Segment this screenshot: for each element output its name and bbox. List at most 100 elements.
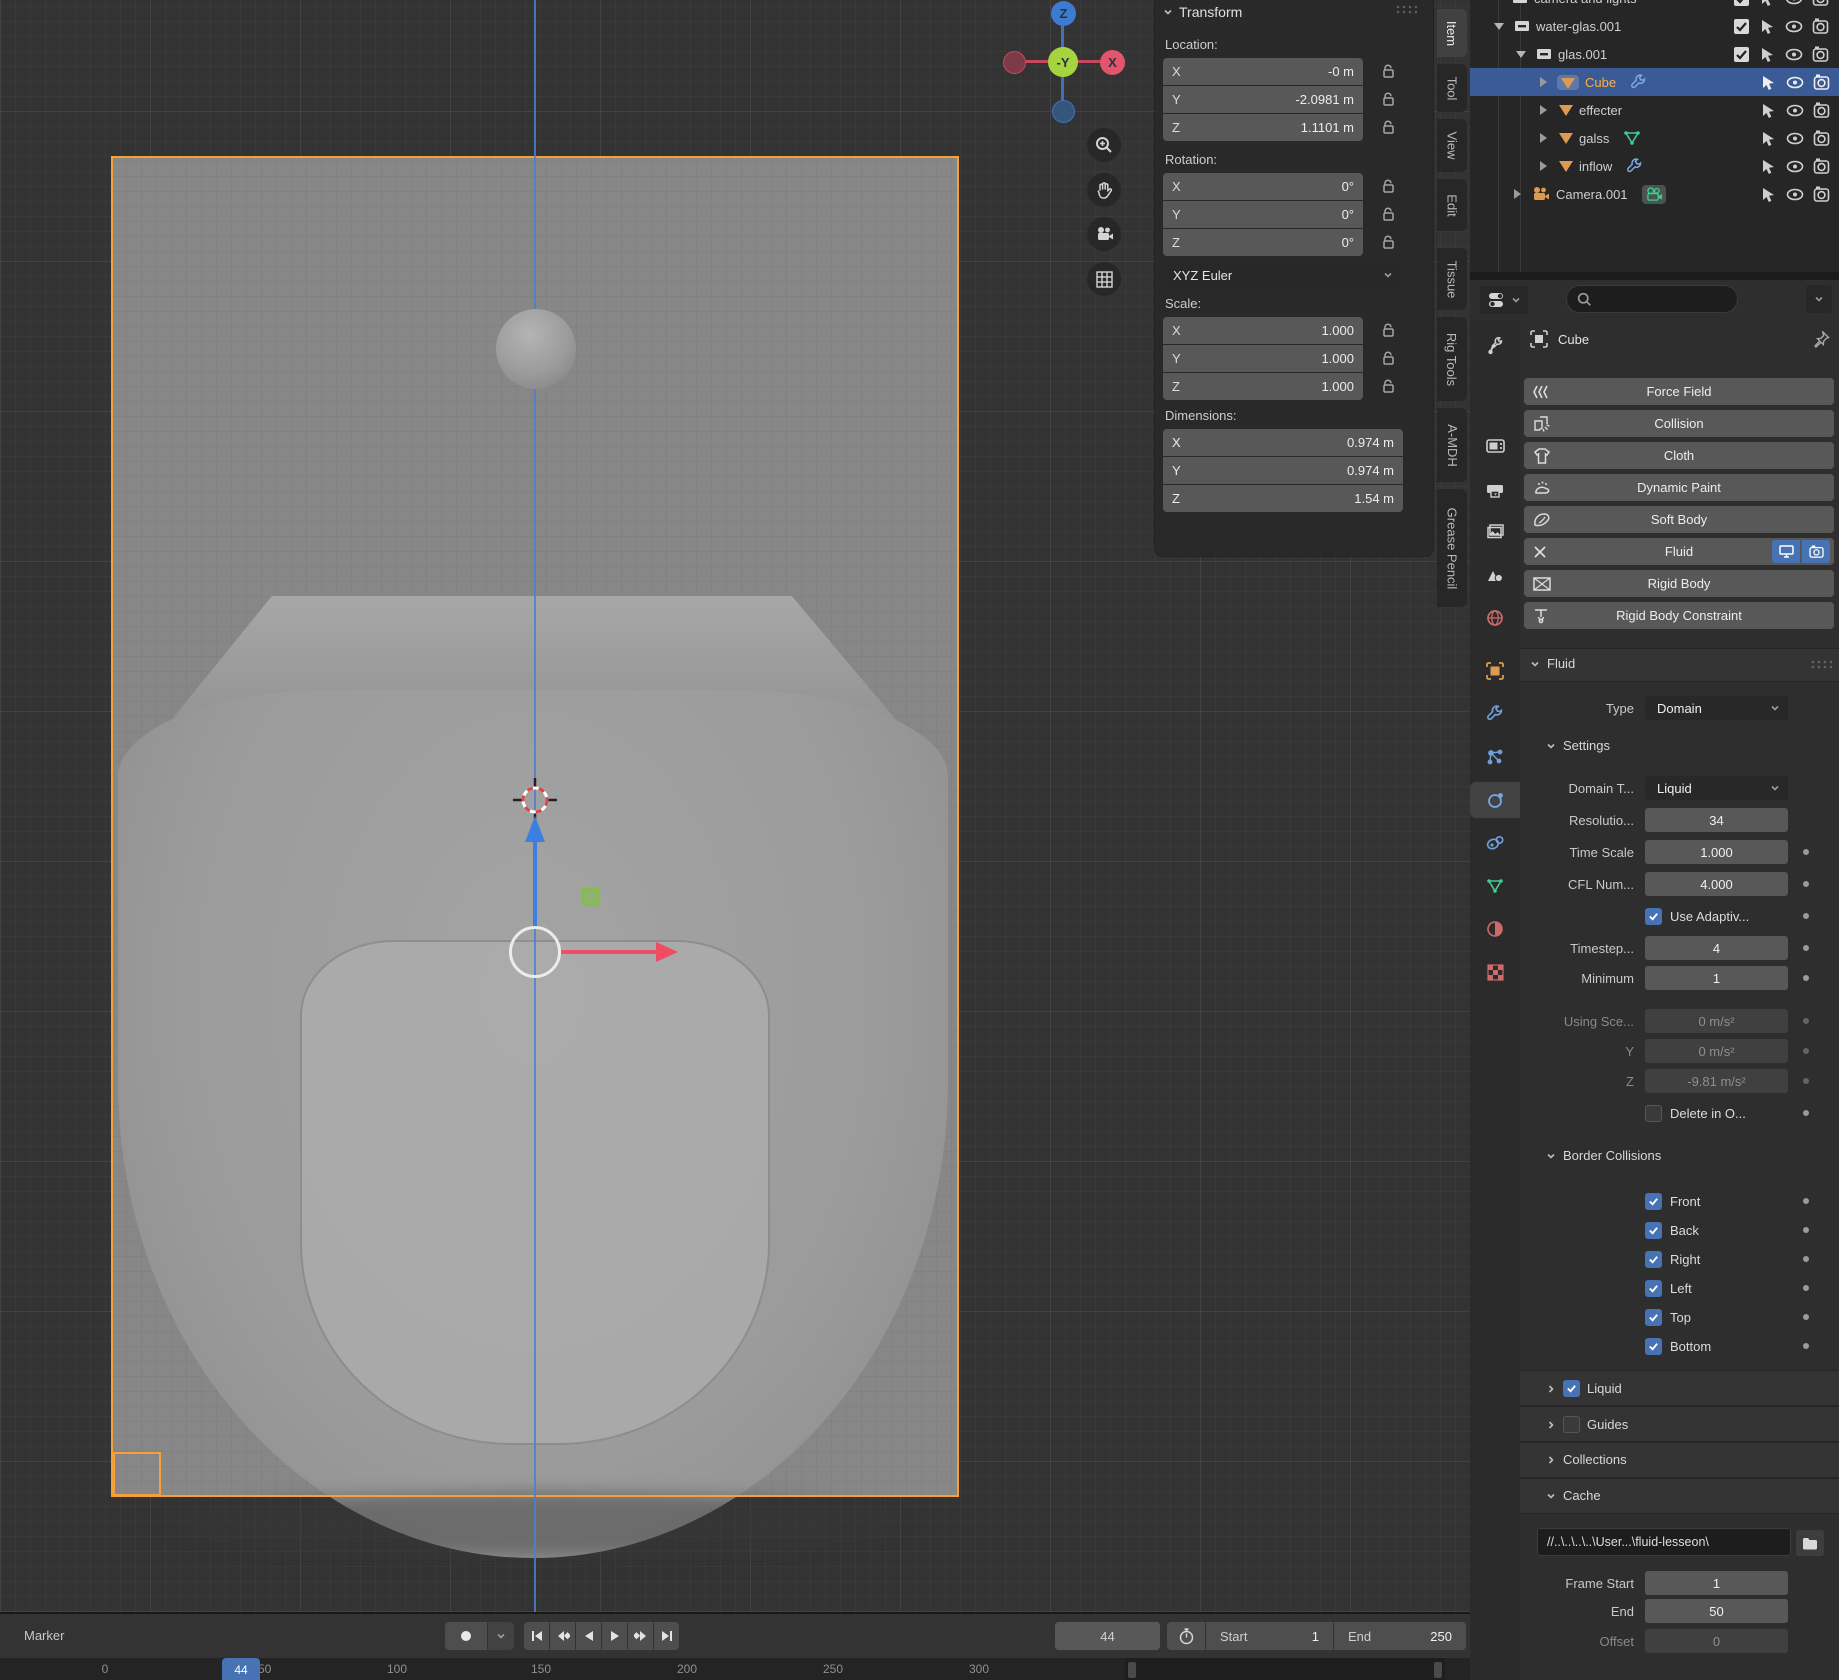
outliner-row-camera-and-lights[interactable]: camera and lights [1470, 0, 1839, 12]
nav-axis-z[interactable]: Z [1051, 1, 1076, 26]
guides-panel-header[interactable]: Guides [1546, 1416, 1628, 1433]
gizmo-x-arrow[interactable] [560, 950, 660, 954]
browse-folder-button[interactable] [1796, 1530, 1824, 1556]
fluid-button[interactable]: Fluid [1524, 538, 1834, 565]
animate-dot[interactable] [1803, 1048, 1809, 1054]
fluid-type-dropdown[interactable]: Domain [1645, 696, 1788, 720]
location-y-field[interactable]: Y-2.0981 m [1163, 86, 1363, 113]
gizmo-z-arrowhead[interactable] [525, 816, 545, 842]
animate-dot[interactable] [1803, 913, 1809, 919]
border-bottom-checkbox[interactable]: Bottom [1645, 1338, 1711, 1355]
animate-dot[interactable] [1803, 1256, 1809, 1262]
location-x-field[interactable]: X-0 m [1163, 58, 1363, 85]
animate-dot[interactable] [1803, 1227, 1809, 1233]
search-input[interactable] [1566, 285, 1738, 313]
animate-dot[interactable] [1803, 1314, 1809, 1320]
border-right-checkbox[interactable]: Right [1645, 1251, 1700, 1268]
animate-dot[interactable] [1803, 975, 1809, 981]
border-front-checkbox[interactable]: Front [1645, 1193, 1700, 1210]
animate-dot[interactable] [1803, 1110, 1809, 1116]
keying-options-dropdown[interactable] [488, 1622, 514, 1650]
disclosure-collapsed-icon[interactable] [1540, 105, 1547, 115]
collision-button[interactable]: Collision [1524, 410, 1834, 437]
use-preview-range-button[interactable] [1167, 1622, 1205, 1650]
disclosure-collapsed-icon[interactable] [1514, 189, 1521, 199]
scale-y-field[interactable]: Y1.000 [1163, 345, 1363, 372]
tab-view-layer-properties[interactable] [1470, 514, 1520, 550]
nav-axis-z-neg[interactable] [1052, 100, 1075, 123]
tab-rig-tools[interactable]: Rig Tools [1437, 317, 1467, 401]
frame-end-field[interactable]: End 250 [1334, 1622, 1466, 1650]
rigid-body-constraint-button[interactable]: Rigid Body Constraint [1524, 602, 1834, 629]
pin-button[interactable] [1812, 330, 1830, 348]
disclosure-expanded-icon[interactable] [1494, 23, 1504, 30]
tab-particle-properties[interactable] [1470, 739, 1520, 775]
liquid-panel-header[interactable]: Liquid [1546, 1380, 1622, 1397]
inflow-sphere[interactable] [496, 309, 576, 389]
cache-frame-end-field[interactable]: 50 [1645, 1599, 1788, 1623]
outliner-row-cube[interactable]: Cube [1470, 68, 1839, 96]
disclosure-collapsed-icon[interactable] [1540, 161, 1547, 171]
animate-dot[interactable] [1803, 1343, 1809, 1349]
disclosure-collapsed-icon[interactable] [1540, 133, 1547, 143]
cache-path-field[interactable]: //..\..\..\..\User...\fluid-lesseon\ [1537, 1528, 1791, 1556]
fluid-realtime-toggle[interactable] [1772, 540, 1800, 563]
border-back-checkbox[interactable]: Back [1645, 1222, 1699, 1239]
force-field-button[interactable]: Force Field [1524, 378, 1834, 405]
nav-axis-x-neg[interactable] [1003, 51, 1026, 74]
resolution-field[interactable]: 34 [1645, 808, 1788, 832]
nav-axis-y-neg[interactable]: -Y [1048, 47, 1078, 77]
location-z-field[interactable]: Z1.1101 m [1163, 114, 1363, 141]
timeline-ruler[interactable]: 0 50 100 150 200 250 300 44 [0, 1658, 1470, 1680]
scrollbar-handle-right[interactable] [1434, 1662, 1442, 1678]
rotation-y-field[interactable]: Y0° [1163, 201, 1363, 228]
tab-render-properties[interactable] [1470, 428, 1520, 464]
lock-location-x-button[interactable] [1377, 60, 1399, 82]
scale-x-field[interactable]: X1.000 [1163, 317, 1363, 344]
border-collisions-header[interactable]: Border Collisions [1546, 1148, 1661, 1163]
settings-section-header[interactable]: Settings [1546, 738, 1610, 753]
breadcrumb-object-name[interactable]: Cube [1558, 332, 1589, 347]
animate-dot[interactable] [1803, 1078, 1809, 1084]
camera-view-button[interactable] [1087, 217, 1121, 251]
timeline-scrollbar[interactable] [1125, 1658, 1445, 1680]
tab-tool[interactable]: Tool [1437, 64, 1467, 112]
gizmo-z-arrow[interactable] [533, 840, 537, 928]
rigid-body-button[interactable]: Rigid Body [1524, 570, 1834, 597]
lock-rotation-x-button[interactable] [1377, 175, 1399, 197]
tab-tissue[interactable]: Tissue [1437, 248, 1467, 310]
marker-menu[interactable]: Marker [24, 1628, 64, 1643]
animate-dot[interactable] [1803, 881, 1809, 887]
dimension-y-field[interactable]: Y0.974 m [1163, 457, 1403, 484]
jump-to-start-button[interactable] [524, 1622, 549, 1650]
border-left-checkbox[interactable]: Left [1645, 1280, 1692, 1297]
time-scale-field[interactable]: 1.000 [1645, 840, 1788, 864]
current-frame-field[interactable]: 44 [1055, 1622, 1160, 1650]
delete-in-obstacle-checkbox[interactable]: Delete in O... [1645, 1105, 1746, 1122]
tab-edit[interactable]: Edit [1437, 179, 1467, 231]
outliner[interactable]: camera and lights water-glas.001 [1470, 0, 1839, 272]
play-reverse-button[interactable] [576, 1622, 601, 1650]
lock-scale-x-button[interactable] [1377, 319, 1399, 341]
collections-panel-header[interactable]: Collections [1546, 1452, 1627, 1467]
use-adaptive-checkbox[interactable]: Use Adaptiv... [1645, 908, 1749, 925]
lock-location-z-button[interactable] [1377, 116, 1399, 138]
timesteps-min-field[interactable]: 1 [1645, 966, 1788, 990]
rotation-mode-dropdown[interactable]: XYZ Euler [1163, 262, 1403, 288]
tab-scene-properties[interactable] [1470, 557, 1520, 593]
cache-panel-header[interactable]: Cache [1546, 1488, 1601, 1503]
jump-to-end-button[interactable] [654, 1622, 679, 1650]
timeline-editor[interactable]: Marker 44 Start 1 End 250 0 50 100 15 [0, 1612, 1470, 1680]
cfl-field[interactable]: 4.000 [1645, 872, 1788, 896]
disclosure-expanded-icon[interactable] [1516, 51, 1526, 58]
gravity-z-field[interactable]: -9.81 m/s² [1645, 1069, 1788, 1093]
lock-scale-y-button[interactable] [1377, 347, 1399, 369]
gizmo-x-arrowhead[interactable] [656, 942, 678, 962]
gizmo-y-plane-handle[interactable] [582, 888, 599, 905]
frame-start-field[interactable]: Start 1 [1206, 1622, 1333, 1650]
lock-scale-z-button[interactable] [1377, 375, 1399, 397]
zoom-button[interactable] [1087, 128, 1121, 162]
border-top-checkbox[interactable]: Top [1645, 1309, 1691, 1326]
dimension-z-field[interactable]: Z1.54 m [1163, 485, 1403, 512]
tab-modifier-properties[interactable] [1470, 696, 1520, 732]
